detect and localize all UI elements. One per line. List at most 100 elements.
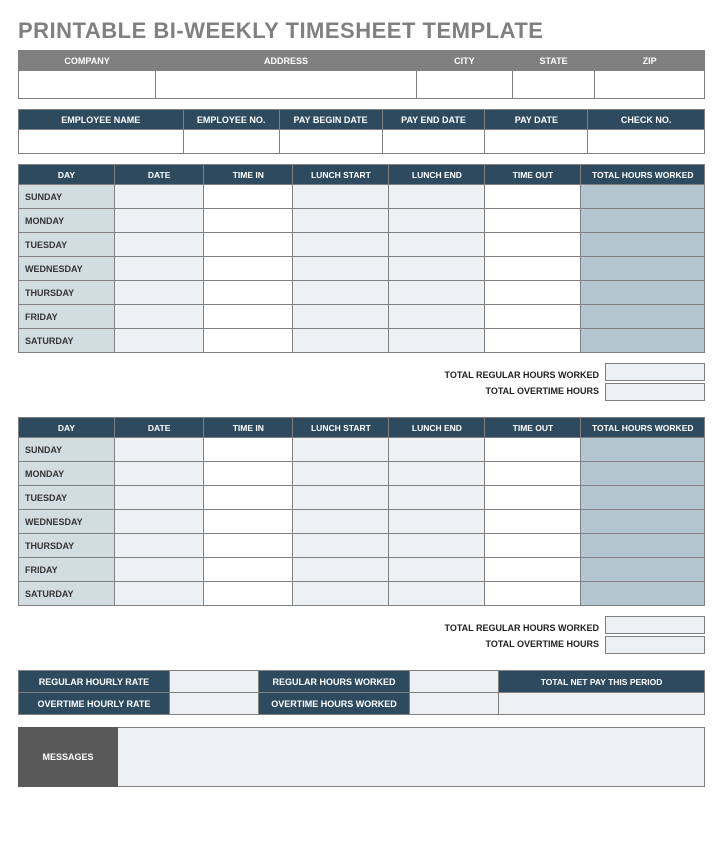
company-field[interactable] [19,71,156,99]
date-field[interactable] [115,209,204,233]
paydate-field[interactable] [485,130,588,154]
messages-field[interactable] [118,727,705,787]
date-field[interactable] [115,281,204,305]
lunchend-field[interactable] [389,438,485,462]
timein-field[interactable] [204,462,293,486]
lunchend-field[interactable] [389,582,485,606]
lunchstart-field[interactable] [293,209,389,233]
timein-field[interactable] [204,209,293,233]
lunchend-field[interactable] [389,185,485,209]
lunchend-field[interactable] [389,233,485,257]
lunchend-field[interactable] [389,534,485,558]
timeout-field[interactable] [485,233,581,257]
timeout-field[interactable] [485,329,581,353]
timein-field[interactable] [204,329,293,353]
lunchend-field[interactable] [389,257,485,281]
timeout-field[interactable] [485,185,581,209]
timeout-field[interactable] [485,281,581,305]
totalhours-field[interactable] [581,510,705,534]
lunchstart-field[interactable] [293,486,389,510]
timeout-field[interactable] [485,257,581,281]
date-field[interactable] [115,233,204,257]
timein-field[interactable] [204,510,293,534]
ot-hours-field[interactable] [409,693,498,715]
week2-overtime-value[interactable] [605,636,705,654]
city-field[interactable] [416,71,512,99]
timeout-field[interactable] [485,582,581,606]
date-field[interactable] [115,257,204,281]
timeout-field[interactable] [485,486,581,510]
date-field[interactable] [115,486,204,510]
timeout-field[interactable] [485,438,581,462]
timein-field[interactable] [204,233,293,257]
timein-field[interactable] [204,558,293,582]
checkno-field[interactable] [588,130,705,154]
totalhours-field[interactable] [581,534,705,558]
timeout-field[interactable] [485,305,581,329]
totalhours-field[interactable] [581,233,705,257]
timeout-field[interactable] [485,558,581,582]
date-field[interactable] [115,462,204,486]
empno-field[interactable] [183,130,279,154]
lunchend-field[interactable] [389,209,485,233]
reg-rate-field[interactable] [169,671,258,693]
timein-field[interactable] [204,438,293,462]
lunchstart-field[interactable] [293,438,389,462]
zip-field[interactable] [595,71,705,99]
totalhours-field[interactable] [581,462,705,486]
timeout-field[interactable] [485,462,581,486]
totalhours-field[interactable] [581,281,705,305]
lunchstart-field[interactable] [293,257,389,281]
lunchstart-field[interactable] [293,510,389,534]
totalhours-field[interactable] [581,329,705,353]
empname-field[interactable] [19,130,184,154]
payend-field[interactable] [382,130,485,154]
reg-hours-field[interactable] [409,671,498,693]
lunchstart-field[interactable] [293,233,389,257]
timein-field[interactable] [204,305,293,329]
date-field[interactable] [115,305,204,329]
week1-regular-value[interactable] [605,363,705,381]
totalhours-field[interactable] [581,438,705,462]
timein-field[interactable] [204,486,293,510]
address-field[interactable] [156,71,417,99]
date-field[interactable] [115,510,204,534]
lunchstart-field[interactable] [293,558,389,582]
ot-rate-field[interactable] [169,693,258,715]
totalhours-field[interactable] [581,558,705,582]
lunchend-field[interactable] [389,329,485,353]
date-field[interactable] [115,534,204,558]
lunchend-field[interactable] [389,305,485,329]
totalhours-field[interactable] [581,486,705,510]
timeout-field[interactable] [485,510,581,534]
timein-field[interactable] [204,534,293,558]
lunchstart-field[interactable] [293,281,389,305]
lunchend-field[interactable] [389,486,485,510]
week2-regular-value[interactable] [605,616,705,634]
timein-field[interactable] [204,257,293,281]
state-field[interactable] [512,71,594,99]
lunchend-field[interactable] [389,510,485,534]
date-field[interactable] [115,582,204,606]
lunchend-field[interactable] [389,462,485,486]
paybegin-field[interactable] [279,130,382,154]
lunchstart-field[interactable] [293,329,389,353]
lunchend-field[interactable] [389,558,485,582]
date-field[interactable] [115,438,204,462]
lunchend-field[interactable] [389,281,485,305]
lunchstart-field[interactable] [293,185,389,209]
totalhours-field[interactable] [581,257,705,281]
week1-overtime-value[interactable] [605,383,705,401]
lunchstart-field[interactable] [293,534,389,558]
lunchstart-field[interactable] [293,305,389,329]
lunchstart-field[interactable] [293,582,389,606]
date-field[interactable] [115,558,204,582]
timeout-field[interactable] [485,209,581,233]
totalhours-field[interactable] [581,185,705,209]
date-field[interactable] [115,329,204,353]
totalhours-field[interactable] [581,209,705,233]
timein-field[interactable] [204,185,293,209]
timein-field[interactable] [204,582,293,606]
timein-field[interactable] [204,281,293,305]
date-field[interactable] [115,185,204,209]
